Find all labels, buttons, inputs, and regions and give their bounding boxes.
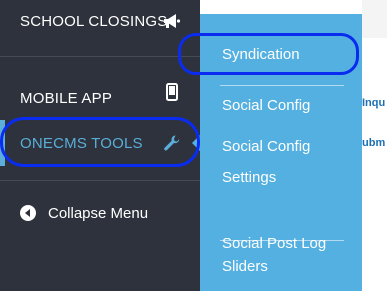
collapse-menu-label: Collapse Menu <box>48 204 149 222</box>
submenu-item-social-config[interactable]: Social Config <box>222 91 352 121</box>
sidebar-divider <box>0 56 200 57</box>
page-header-strip <box>362 0 387 38</box>
submenu-item-sliders[interactable]: Sliders <box>222 252 352 282</box>
mobile-phone-icon <box>162 82 182 102</box>
background-link-text[interactable]: Inqu <box>362 97 385 109</box>
submenu-divider <box>220 85 344 86</box>
onecms-tools-highlight-outline <box>0 117 200 167</box>
syndication-highlight-outline <box>178 33 359 75</box>
submenu-item-social-config-settings[interactable]: Social Config Settings <box>222 131 352 193</box>
megaphone-icon <box>162 11 182 31</box>
circle-arrow-left-icon <box>20 205 36 221</box>
collapse-menu-button[interactable]: Collapse Menu <box>20 198 148 228</box>
background-link-text[interactable]: ubm <box>362 137 385 149</box>
sidebar-divider <box>0 180 200 181</box>
sidebar-item-school-closings[interactable]: SCHOOL CLOSINGS <box>0 0 200 42</box>
submenu-divider <box>220 240 344 241</box>
sidebar-item-mobile-app[interactable]: MOBILE APP <box>0 76 200 120</box>
